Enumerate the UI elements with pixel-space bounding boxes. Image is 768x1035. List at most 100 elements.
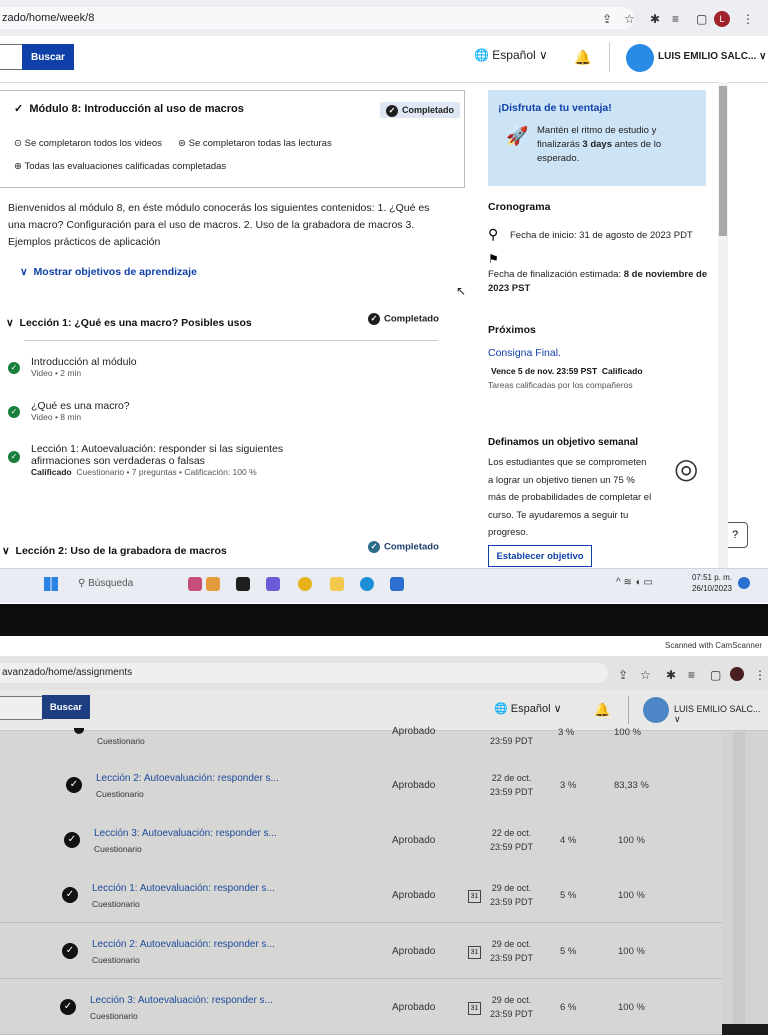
scrollbar[interactable] <box>733 732 745 1024</box>
user-menu[interactable]: LUIS EMILIO SALC... ∨ <box>674 704 768 725</box>
language-selector[interactable]: 🌐 Español ∨ <box>494 702 562 715</box>
stat-graded: ⊕ Todas las evaluaciones calificadas com… <box>14 161 226 172</box>
chevron-down-icon: ∨ <box>6 317 20 329</box>
store-icon[interactable] <box>390 577 404 591</box>
promo-text-line3: esperado. <box>537 153 580 164</box>
row-title-link[interactable]: Lección 1: Autoevaluación: responder s..… <box>92 883 275 894</box>
menu-kebab-icon[interactable]: ⋮ <box>742 12 754 26</box>
chevron-down-icon: ∨ <box>553 703 562 715</box>
show-objectives-link[interactable]: ∨ Mostrar objetivos de aprendizaje <box>20 262 197 280</box>
search-input[interactable] <box>0 44 23 70</box>
set-goal-button[interactable]: Establecer objetivo <box>488 545 592 567</box>
item-title-line2: afirmaciones son verdaderas o falsas <box>31 455 205 467</box>
end-date-value: 8 de noviembre de <box>623 269 708 280</box>
table-row[interactable] <box>0 812 722 868</box>
scanner-watermark: Scanned with CamScanner <box>0 636 768 656</box>
table-row[interactable] <box>0 923 722 979</box>
lesson-2-header[interactable]: ∨ Lección 2: Uso de la grabadora de macr… <box>2 541 227 559</box>
share-icon[interactable]: ⇪ <box>602 12 612 26</box>
stat-videos-text: Se completaron todos los videos <box>24 138 162 149</box>
row-title-link[interactable]: Lección 2: Autoevaluación: responder s..… <box>96 773 279 784</box>
sidepanel-icon[interactable]: ▢ <box>696 12 707 26</box>
end-date-label: Fecha de finalización estimada: <box>488 269 624 280</box>
row-time: 23:59 PDT <box>490 787 534 797</box>
end-date-year: 2023 PST <box>488 283 531 294</box>
lesson-1-status: ✓ Completado <box>368 313 439 325</box>
bell-icon[interactable]: 🔔 <box>594 702 610 718</box>
bookmark-star-icon[interactable]: ☆ <box>624 12 635 26</box>
battery-icon: ▭ <box>643 577 653 588</box>
language-selector[interactable]: 🌐 Español ∨ <box>474 48 548 62</box>
chat-icon[interactable] <box>266 577 280 591</box>
module-title[interactable]: ✓ Módulo 8: Introducción al uso de macro… <box>14 102 244 115</box>
extensions-icon[interactable]: ✱ <box>650 12 660 26</box>
media-icon[interactable]: ≡ <box>688 668 695 682</box>
bell-icon[interactable]: 🔔 <box>574 49 591 66</box>
row-due: 22 de oct. 23:59 PDT <box>490 771 533 799</box>
app-icon[interactable] <box>236 577 250 591</box>
row-grade: 100 % <box>618 946 645 957</box>
sidepanel-icon[interactable]: ▢ <box>710 668 721 682</box>
row-title-link[interactable]: Lección 3: Autoevaluación: responder s..… <box>94 828 277 839</box>
menu-kebab-icon[interactable]: ⋮ <box>754 668 766 682</box>
user-name: LUIS EMILIO SALC... <box>674 704 761 714</box>
row-time: 23:59 PDT <box>490 1009 534 1019</box>
widgets-icon[interactable] <box>188 577 202 591</box>
file-explorer-icon[interactable] <box>330 577 344 591</box>
system-tray[interactable]: ^ ≋ ◖ ▭ <box>616 577 653 588</box>
search-button[interactable]: Buscar <box>42 695 90 719</box>
row-time: 23:59 PDT <box>490 953 534 963</box>
upcoming-graded: Calificado <box>601 366 643 376</box>
row-sub: Cuestionario <box>96 789 144 799</box>
list-item[interactable]: ✓ Lección 1: Autoevaluación: responder s… <box>8 443 448 477</box>
row-time: 23:59 PDT <box>490 736 534 746</box>
lesson-1-header[interactable]: ∨ Lección 1: ¿Qué es una macro? Posibles… <box>6 313 252 331</box>
clock[interactable]: 07:51 p. m. 26/10/2023 <box>688 572 732 594</box>
media-icon[interactable]: ≡ <box>672 12 679 26</box>
module-description: Bienvenidos al módulo 8, en éste módulo … <box>8 202 430 248</box>
promo-text-line2c: antes de lo <box>612 139 662 150</box>
taskbar-search[interactable]: ⚲ Búsqueda <box>78 578 133 589</box>
row-weight: 3 % <box>560 780 577 791</box>
windows-start-icon[interactable] <box>44 577 58 591</box>
list-item[interactable]: ✓ Introducción al módulo Video • 2 min <box>8 356 428 378</box>
extensions-icon[interactable]: ✱ <box>666 668 676 682</box>
scrollbar-thumb[interactable] <box>719 86 727 236</box>
lesson-2-status-label: Completado <box>384 541 439 553</box>
row-title-link[interactable]: Lección 3: Autoevaluación: responder s..… <box>90 995 273 1006</box>
goal-line: Los estudiantes que se comprometen <box>488 457 647 468</box>
search-input[interactable] <box>0 696 43 720</box>
user-avatar[interactable] <box>626 44 654 72</box>
row-title-link[interactable]: Lección 2: Autoevaluación: responder s..… <box>92 939 275 950</box>
edge-icon[interactable] <box>360 577 374 591</box>
row-grade: 100 % <box>614 727 641 738</box>
wifi-icon: ≋ <box>623 577 632 588</box>
chevron-down-icon: ∨ <box>2 545 16 557</box>
item-meta: Video • 2 min <box>31 368 82 378</box>
search-button[interactable]: Buscar <box>22 44 74 70</box>
chevron-down-icon: ∨ <box>20 266 34 278</box>
row-weight: 6 % <box>560 1002 577 1013</box>
profile-avatar[interactable]: L <box>714 11 730 27</box>
reading-icon: ⊜ <box>178 138 186 149</box>
table-row[interactable] <box>0 867 722 923</box>
table-row[interactable] <box>0 979 722 1035</box>
bookmark-star-icon[interactable]: ☆ <box>640 668 651 682</box>
address-bar[interactable]: avanzado/home/assignments <box>0 663 608 683</box>
profile-avatar[interactable] <box>730 667 744 681</box>
row-status: Aprobado <box>392 890 436 901</box>
weather-icon[interactable] <box>206 577 220 591</box>
user-avatar[interactable] <box>643 697 669 723</box>
promo-title: ¡Disfruta de tu ventaja! <box>498 102 612 114</box>
row-time: 23:59 PDT <box>490 842 534 852</box>
row-due: 22 de oct. 23:59 PDT <box>490 826 533 854</box>
row-date: 29 de oct. <box>491 939 532 949</box>
user-menu[interactable]: LUIS EMILIO SALC... ∨ <box>658 51 766 62</box>
list-item[interactable]: ✓ ¿Qué es una macro? Video • 8 min <box>8 400 428 422</box>
notification-icon[interactable] <box>738 577 750 589</box>
address-bar[interactable]: zado/home/week/8 <box>0 7 634 29</box>
promo-days: 3 days <box>582 139 612 150</box>
upcoming-assignment-link[interactable]: Consigna Final. <box>488 347 561 359</box>
share-icon[interactable]: ⇪ <box>618 668 628 682</box>
chrome-icon[interactable] <box>298 577 312 591</box>
